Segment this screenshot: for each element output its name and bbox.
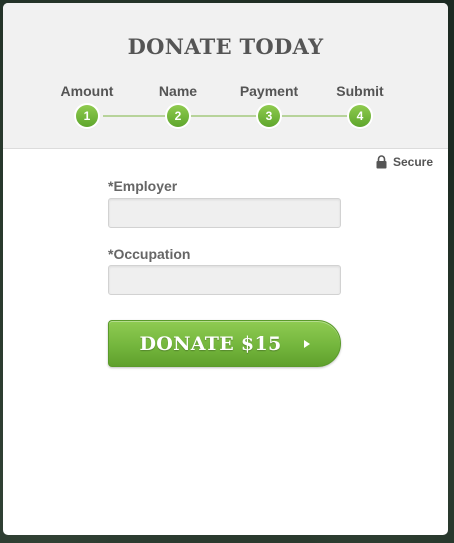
lock-icon bbox=[376, 155, 387, 169]
employer-field[interactable] bbox=[108, 198, 341, 228]
step-amount[interactable]: Amount 1 bbox=[47, 82, 127, 127]
step-submit[interactable]: Submit 4 bbox=[320, 82, 400, 127]
secure-indicator: Secure bbox=[376, 155, 433, 169]
step-name[interactable]: Name 2 bbox=[138, 82, 218, 127]
step-label: Payment bbox=[239, 83, 299, 99]
occupation-label: *Occupation bbox=[108, 246, 191, 262]
page-title: DONATE TODAY bbox=[127, 34, 324, 59]
donation-header: DONATE TODAY Amount 1 Name 2 Payment 3 S… bbox=[3, 3, 448, 149]
employer-label: *Employer bbox=[108, 178, 178, 194]
step-number-badge: 1 bbox=[76, 105, 98, 127]
occupation-field[interactable] bbox=[108, 265, 341, 295]
step-number-badge: 4 bbox=[349, 105, 371, 127]
step-label: Submit bbox=[336, 83, 384, 99]
step-label: Name bbox=[158, 83, 198, 99]
step-number-badge: 3 bbox=[258, 105, 280, 127]
donate-button[interactable]: DONATE $15 bbox=[108, 320, 341, 367]
secure-label: Secure bbox=[392, 155, 433, 169]
arrow-right-icon bbox=[303, 339, 310, 348]
step-number-badge: 2 bbox=[167, 105, 189, 127]
donate-button-label: DONATE $15 bbox=[139, 332, 282, 355]
donation-card: DONATE TODAY Amount 1 Name 2 Payment 3 S… bbox=[3, 3, 448, 535]
step-label: Amount bbox=[60, 83, 114, 99]
step-progress: Amount 1 Name 2 Payment 3 Submit 4 bbox=[3, 82, 448, 132]
step-payment[interactable]: Payment 3 bbox=[229, 82, 309, 127]
